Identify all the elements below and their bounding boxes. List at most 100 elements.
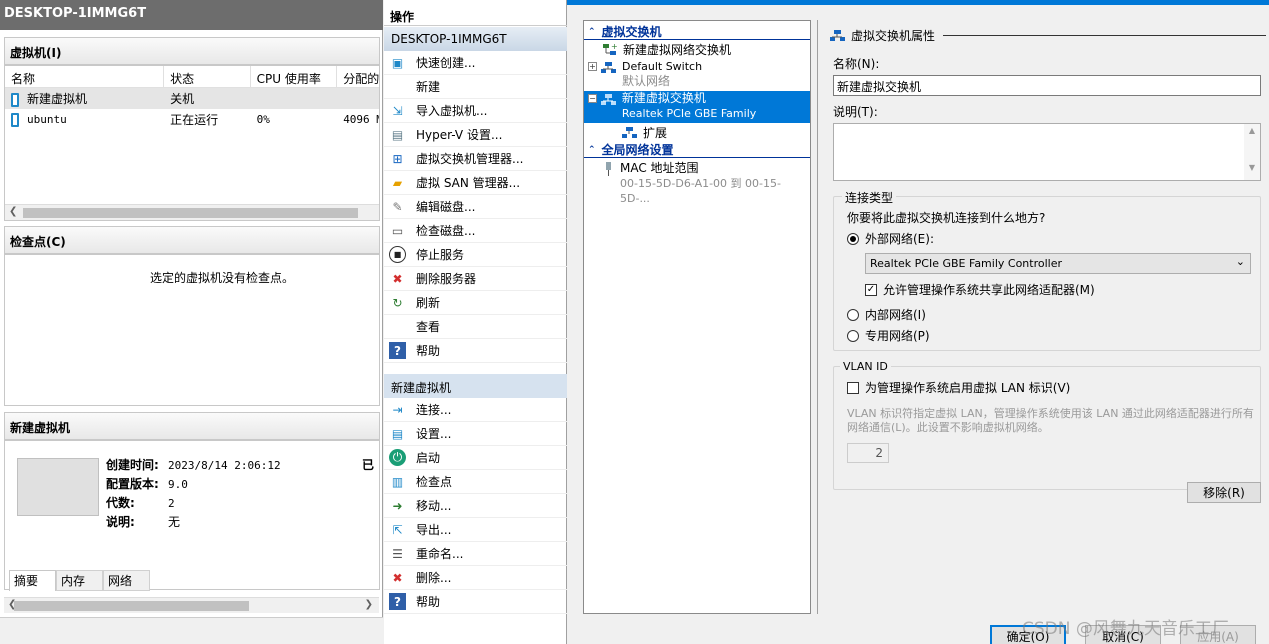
action-item[interactable]: ▥ 检查点	[384, 470, 567, 494]
action-item[interactable]: ⇥ 连接...	[384, 398, 567, 422]
action-item[interactable]: 查看	[384, 315, 567, 339]
action-label: 删除服务器	[416, 272, 477, 286]
vlan-id-input[interactable]: 2	[847, 443, 889, 463]
help-icon: ?	[389, 342, 406, 359]
allow-share-option[interactable]: ✓ 允许管理操作系统共享此网络适配器(M)	[865, 281, 1095, 298]
expand-icon[interactable]: +	[588, 62, 597, 71]
action-item[interactable]: ▣ 快速创建...	[384, 51, 567, 75]
details-scrollbar[interactable]: ❮ ❯	[4, 597, 379, 613]
vm-name: ubuntu	[27, 113, 67, 127]
col-mem[interactable]: 分配的	[337, 66, 379, 87]
actions-pane: 操作 DESKTOP-1IMMG6T ▣ 快速创建... 新建 ⇲ 导入虚拟机... ▤ H…	[384, 0, 567, 644]
private-radio[interactable]	[847, 329, 859, 342]
action-item[interactable]: ■ 停止服务	[384, 243, 567, 267]
external-radio[interactable]	[847, 232, 859, 245]
vm-action-list: ⇥ 连接... ▤ 设置... ⏻ 启动 ▥ 检查点 ➜ 移动... ⇱ 导出... ☰ 重命名... ✖ 删…	[384, 398, 567, 614]
action-item[interactable]: ▭ 检查磁盘...	[384, 219, 567, 243]
detail-label: 代数:	[106, 496, 135, 510]
action-item[interactable]: ? 帮助	[384, 590, 567, 614]
action-item[interactable]: ↻ 刷新	[384, 291, 567, 315]
action-item[interactable]: ✖ 删除服务器	[384, 267, 567, 291]
details-list: 创建时间: 2023/8/14 2:06:12 配置版本: 9.0 代数: 2 说明:…	[106, 456, 281, 532]
external-network-option[interactable]: 外部网络(E):	[847, 230, 934, 247]
settings-icon: ▤	[391, 426, 404, 441]
details-section-header[interactable]: 新建虚拟机	[4, 412, 380, 440]
tab-summary[interactable]: 摘要	[9, 570, 56, 591]
status-bar	[0, 617, 516, 644]
import-vm-icon: ⇲	[392, 103, 403, 118]
action-item[interactable]: 新建	[384, 75, 567, 99]
vlan-enable-option[interactable]: 为管理操作系统启用虚拟 LAN 标识(V)	[847, 379, 1070, 396]
action-item[interactable]: ▤ Hyper-V 设置...	[384, 123, 567, 147]
action-item[interactable]: ⏻ 启动	[384, 446, 567, 470]
details-truncated-text: 已	[362, 458, 375, 472]
action-item[interactable]: ✎ 编辑磁盘...	[384, 195, 567, 219]
internal-radio[interactable]	[847, 308, 859, 321]
internal-network-option[interactable]: 内部网络(I)	[847, 306, 926, 323]
collapse-icon[interactable]: −	[588, 94, 597, 103]
vlan-group: VLAN ID 为管理操作系统启用虚拟 LAN 标识(V) VLAN 标识符指定…	[833, 360, 1261, 490]
vm-row-ubuntu[interactable]: ubuntu 正在运行 0% 4096 M	[5, 109, 379, 130]
scroll-thumb[interactable]	[14, 601, 249, 611]
col-state[interactable]: 状态	[164, 66, 251, 87]
action-item[interactable]: ⇱ 导出...	[384, 518, 567, 542]
action-label: 新建	[416, 80, 441, 94]
checkpoint-panel: 选定的虚拟机没有检查点。	[4, 254, 380, 406]
tree-item-default-switch[interactable]: + Default Switch 默认网络	[584, 59, 810, 91]
action-item[interactable]: ☰ 重命名...	[384, 542, 567, 566]
detail-value: 9.0	[168, 478, 188, 491]
detail-label: 创建时间:	[106, 458, 159, 472]
remove-button[interactable]: 移除(R)	[1187, 482, 1261, 503]
tree-header-global[interactable]: ⌃ 全局网络设置	[584, 142, 810, 158]
vlan-checkbox[interactable]	[847, 381, 859, 394]
tree-item-selected-switch[interactable]: − 新建虚拟交换机 Realtek PCIe GBE Family Control…	[584, 91, 810, 135]
description-input[interactable]: ▲ ▼	[833, 123, 1261, 181]
san-manager-icon: ▰	[392, 175, 403, 190]
checkpoints-section-header[interactable]: 检查点(C)	[4, 226, 380, 254]
selected-switch-name: 新建虚拟交换机	[621, 91, 706, 105]
switch-icon	[601, 61, 616, 74]
action-item[interactable]: ⇲ 导入虚拟机...	[384, 99, 567, 123]
private-network-option[interactable]: 专用网络(P)	[847, 327, 930, 344]
delete-icon: ✖	[392, 570, 403, 585]
col-name[interactable]: 名称	[5, 66, 165, 87]
vm-actions-header[interactable]: 新建虚拟机	[384, 374, 567, 398]
detail-value: 2023/8/14 2:06:12	[168, 459, 281, 472]
action-item[interactable]: ▰ 虚拟 SAN 管理器...	[384, 171, 567, 195]
action-label: 连接...	[416, 403, 452, 417]
tree-item-new-switch[interactable]: + 新建虚拟网络交换机	[584, 40, 810, 59]
detail-label: 说明:	[106, 515, 135, 529]
adapter-select[interactable]: Realtek PCIe GBE Family Controller ⌄	[865, 253, 1251, 274]
action-item[interactable]: ⊞ 虚拟交换机管理器...	[384, 147, 567, 171]
edit-disk-icon: ✎	[392, 199, 403, 214]
vms-section-header[interactable]: 虚拟机(I)	[4, 37, 380, 65]
switch-manager-icon: ⊞	[392, 151, 403, 166]
col-cpu[interactable]: CPU 使用率	[251, 66, 338, 87]
extension-icon	[622, 126, 637, 139]
action-label: 导入虚拟机...	[416, 104, 488, 118]
vm-list-scrollbar[interactable]: ❮	[5, 204, 379, 220]
collapse-icon[interactable]: ⌃	[588, 145, 596, 155]
hyperv-settings-icon: ▤	[391, 127, 404, 142]
host-actions-header[interactable]: DESKTOP-1IMMG6T	[384, 27, 567, 51]
scroll-thumb[interactable]	[23, 208, 358, 218]
dialog-title-strip	[567, 0, 1269, 5]
allow-share-checkbox[interactable]: ✓	[865, 283, 877, 296]
description-scrollbar[interactable]: ▲ ▼	[1244, 124, 1260, 180]
scroll-left-icon[interactable]: ❮	[9, 206, 17, 217]
action-item[interactable]: ▤ 设置...	[384, 422, 567, 446]
action-item[interactable]: ? 帮助	[384, 339, 567, 363]
action-item[interactable]: ✖ 删除...	[384, 566, 567, 590]
action-item[interactable]: ➜ 移动...	[384, 494, 567, 518]
tab-network[interactable]: 网络	[103, 570, 150, 591]
name-input[interactable]: 新建虚拟交换机	[833, 75, 1261, 96]
collapse-icon[interactable]: ⌃	[588, 27, 596, 37]
vm-row-new[interactable]: 新建虚拟机 关机	[5, 88, 379, 109]
mac-icon	[604, 162, 614, 176]
scroll-right-icon[interactable]: ❯	[365, 599, 373, 610]
action-label: 移动...	[416, 499, 452, 513]
tree-header-switches[interactable]: ⌃ 虚拟交换机	[584, 24, 810, 40]
tree-item-mac-range[interactable]: MAC 地址范围 00-15-5D-D6-A1-00 到 00-15-5D-...	[584, 158, 810, 206]
tab-memory[interactable]: 内存	[56, 570, 103, 591]
connection-type-group: 连接类型 你要将此虚拟交换机连接到什么地方? 外部网络(E): Realtek …	[833, 189, 1261, 351]
